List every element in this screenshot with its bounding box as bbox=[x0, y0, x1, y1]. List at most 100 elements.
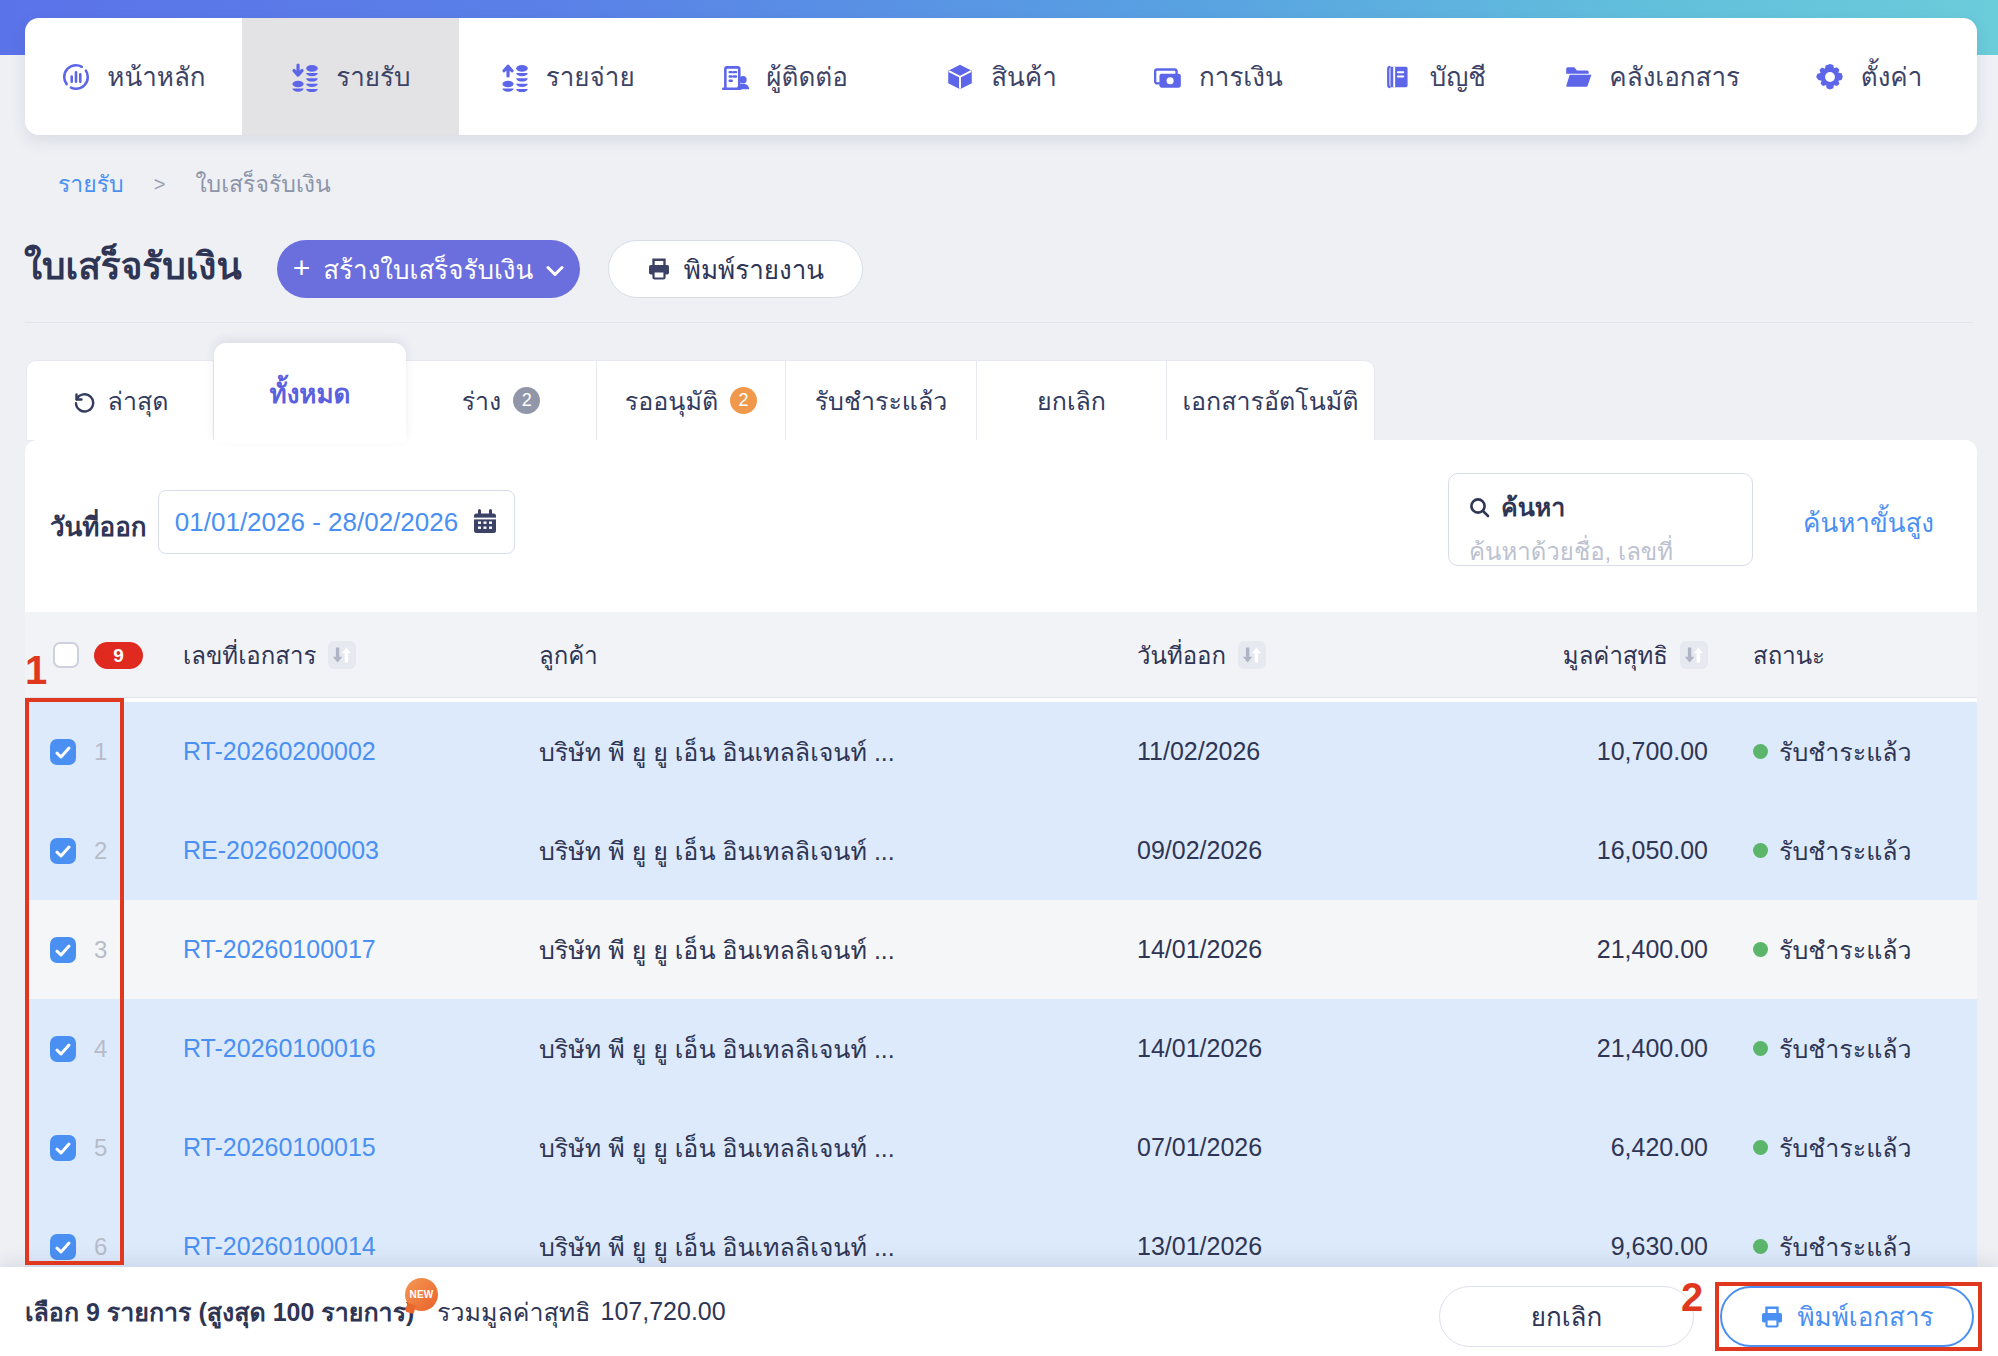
status-dot-icon bbox=[1753, 942, 1768, 957]
row-checkbox-checked[interactable] bbox=[50, 1036, 76, 1062]
issue-date-cell: 14/01/2026 bbox=[1137, 900, 1262, 999]
table-row[interactable]: 5 RT-20260100015 บริษัท พี ยู ยู เอ็น อิ… bbox=[25, 1098, 1977, 1197]
breadcrumb-separator: > bbox=[154, 173, 166, 196]
tab-draft[interactable]: ร่าง 2 bbox=[406, 360, 597, 441]
doc-no-link[interactable]: RT-20260200002 bbox=[183, 702, 376, 801]
annotation-number-step2: 2 bbox=[1681, 1277, 1703, 1317]
net-value-cell: 16,050.00 bbox=[1597, 801, 1708, 900]
tab-cancelled[interactable]: ยกเลิก bbox=[977, 360, 1167, 441]
nav-item-label: ตั้งค่า bbox=[1861, 56, 1923, 97]
tab-label: ร่าง bbox=[462, 381, 502, 421]
column-doc-no: เลขที่เอกสาร bbox=[183, 636, 316, 675]
tab-recent[interactable]: ล่าสุด bbox=[26, 360, 214, 441]
tab-all-active[interactable]: ทั้งหมด bbox=[214, 343, 406, 443]
plus-icon: + bbox=[293, 253, 311, 283]
tab-paid[interactable]: รับชำระแล้ว bbox=[786, 360, 977, 441]
divider bbox=[25, 322, 1973, 323]
doc-no-link[interactable]: RT-20260100016 bbox=[183, 999, 376, 1098]
status-dot-icon bbox=[1753, 1140, 1768, 1155]
status-label: รับชำระแล้ว bbox=[1779, 732, 1912, 772]
table-body: 1 RT-20260200002 บริษัท พี ยู ยู เอ็น อิ… bbox=[25, 702, 1977, 1296]
printer-icon bbox=[647, 257, 671, 281]
nav-item-expense[interactable]: รายจ่าย bbox=[459, 18, 676, 135]
nav-item-documents[interactable]: คลังเอกสาร bbox=[1543, 18, 1760, 135]
page: หน้าหลัก รายรับ รายจ่าย ผู้ติดต่อ สินค้า… bbox=[0, 0, 1998, 1356]
table-row[interactable]: 1 RT-20260200002 บริษัท พี ยู ยู เอ็น อิ… bbox=[25, 702, 1977, 801]
row-number: 4 bbox=[94, 999, 107, 1098]
settings-icon bbox=[1815, 62, 1845, 92]
history-icon bbox=[72, 389, 96, 413]
advanced-search-link[interactable]: ค้นหาขั้นสูง bbox=[1803, 502, 1934, 543]
nav-item-settings[interactable]: ตั้งค่า bbox=[1760, 18, 1977, 135]
nav-item-products[interactable]: สินค้า bbox=[893, 18, 1110, 135]
issue-date-cell: 14/01/2026 bbox=[1137, 999, 1262, 1098]
table-row[interactable]: 4 RT-20260100016 บริษัท พี ยู ยู เอ็น อิ… bbox=[25, 999, 1977, 1098]
customer-cell: บริษัท พี ยู ยู เอ็น อินเทลลิเจนท์ ... bbox=[539, 999, 895, 1098]
issue-date-filter-label: วันที่ออก bbox=[50, 506, 146, 547]
status-dot-icon bbox=[1753, 843, 1768, 858]
tab-pending-approval[interactable]: รออนุมัติ 2 bbox=[597, 360, 786, 441]
search-input[interactable]: ค้นหา ค้นหาด้วยชื่อ, เลขที่ bbox=[1448, 473, 1753, 566]
nav-item-label: การเงิน bbox=[1199, 56, 1283, 97]
status-dot-icon bbox=[1753, 744, 1768, 759]
main-navbar: หน้าหลัก รายรับ รายจ่าย ผู้ติดต่อ สินค้า… bbox=[25, 18, 1977, 135]
status-cell: รับชำระแล้ว bbox=[1753, 900, 1912, 999]
column-issue-date: วันที่ออก bbox=[1137, 636, 1226, 675]
issue-date-cell: 07/01/2026 bbox=[1137, 1098, 1262, 1197]
selected-count-badge: 9 bbox=[94, 642, 143, 669]
print-documents-label: พิมพ์เอกสาร bbox=[1797, 1296, 1933, 1337]
breadcrumb: รายรับ > ใบเสร็จรับเงิน bbox=[58, 168, 331, 200]
nav-item-income[interactable]: รายรับ bbox=[242, 18, 459, 135]
net-value-cell: 21,400.00 bbox=[1597, 999, 1708, 1098]
nav-item-accounting[interactable]: บัญชี bbox=[1326, 18, 1543, 135]
cancel-button[interactable]: ยกเลิก bbox=[1439, 1286, 1694, 1347]
status-cell: รับชำระแล้ว bbox=[1753, 801, 1912, 900]
doc-no-link[interactable]: RT-20260100017 bbox=[183, 900, 376, 999]
row-checkbox-checked[interactable] bbox=[50, 838, 76, 864]
column-customer: ลูกค้า bbox=[539, 636, 598, 675]
issue-date-cell: 11/02/2026 bbox=[1137, 702, 1260, 801]
tab-label: เอกสารอัตโนมัติ bbox=[1183, 381, 1359, 421]
create-receipt-button[interactable]: + สร้างใบเสร็จรับเงิน bbox=[277, 240, 580, 298]
select-all-checkbox[interactable] bbox=[53, 642, 79, 668]
customer-cell: บริษัท พี ยู ยู เอ็น อินเทลลิเจนท์ ... bbox=[539, 900, 895, 999]
status-label: รับชำระแล้ว bbox=[1779, 1128, 1912, 1168]
doc-no-link[interactable]: RT-20260100015 bbox=[183, 1098, 376, 1197]
nav-item-contacts[interactable]: ผู้ติดต่อ bbox=[676, 18, 893, 135]
date-range-value: 01/01/2026 - 28/02/2026 bbox=[175, 507, 458, 538]
print-report-label: พิมพ์รายงาน bbox=[684, 249, 824, 290]
tab-label: รออนุมัติ bbox=[625, 381, 718, 421]
new-badge: NEW bbox=[405, 1278, 438, 1311]
row-checkbox-checked[interactable] bbox=[50, 937, 76, 963]
sort-icon[interactable] bbox=[328, 641, 356, 669]
doc-no-link[interactable]: RE-20260200003 bbox=[183, 801, 379, 900]
tab-auto-documents[interactable]: เอกสารอัตโนมัติ bbox=[1167, 360, 1375, 441]
print-report-button[interactable]: พิมพ์รายงาน bbox=[608, 240, 863, 298]
selection-summary: เลือก 9 รายการ (สูงสุด 100 รายการ) bbox=[25, 1267, 414, 1356]
sort-icon[interactable] bbox=[1680, 641, 1708, 669]
breadcrumb-income-link[interactable]: รายรับ bbox=[58, 166, 124, 202]
search-label: ค้นหา bbox=[1501, 487, 1565, 527]
sort-icon[interactable] bbox=[1238, 641, 1266, 669]
row-checkbox-checked[interactable] bbox=[50, 1135, 76, 1161]
documents-icon bbox=[1563, 62, 1593, 92]
net-value-cell: 6,420.00 bbox=[1611, 1098, 1708, 1197]
nav-item-label: คลังเอกสาร bbox=[1609, 56, 1740, 97]
row-checkbox-checked[interactable] bbox=[50, 1234, 76, 1260]
tab-label: รับชำระแล้ว bbox=[815, 381, 948, 421]
finance-icon bbox=[1153, 62, 1183, 92]
chevron-down-icon bbox=[546, 265, 564, 277]
income-icon bbox=[290, 62, 320, 92]
status-dot-icon bbox=[1753, 1239, 1768, 1254]
total-net-value: รวมมูลค่าสุทธิ 107,720.00 bbox=[437, 1267, 726, 1356]
table-row[interactable]: 2 RE-20260200003 บริษัท พี ยู ยู เอ็น อิ… bbox=[25, 801, 1977, 900]
column-status: สถานะ bbox=[1753, 636, 1825, 675]
table-row[interactable]: 3 RT-20260100017 บริษัท พี ยู ยู เอ็น อิ… bbox=[25, 900, 1977, 999]
nav-item-finance[interactable]: การเงิน bbox=[1109, 18, 1326, 135]
date-range-input[interactable]: 01/01/2026 - 28/02/2026 bbox=[158, 490, 515, 554]
receipt-list-card: วันที่ออก 01/01/2026 - 28/02/2026 ค้นหา … bbox=[25, 440, 1977, 1265]
row-checkbox-checked[interactable] bbox=[50, 739, 76, 765]
nav-item-home[interactable]: หน้าหลัก bbox=[25, 18, 242, 135]
create-receipt-label: สร้างใบเสร็จรับเงิน bbox=[323, 249, 533, 290]
print-documents-button[interactable]: พิมพ์เอกสาร bbox=[1720, 1286, 1974, 1347]
